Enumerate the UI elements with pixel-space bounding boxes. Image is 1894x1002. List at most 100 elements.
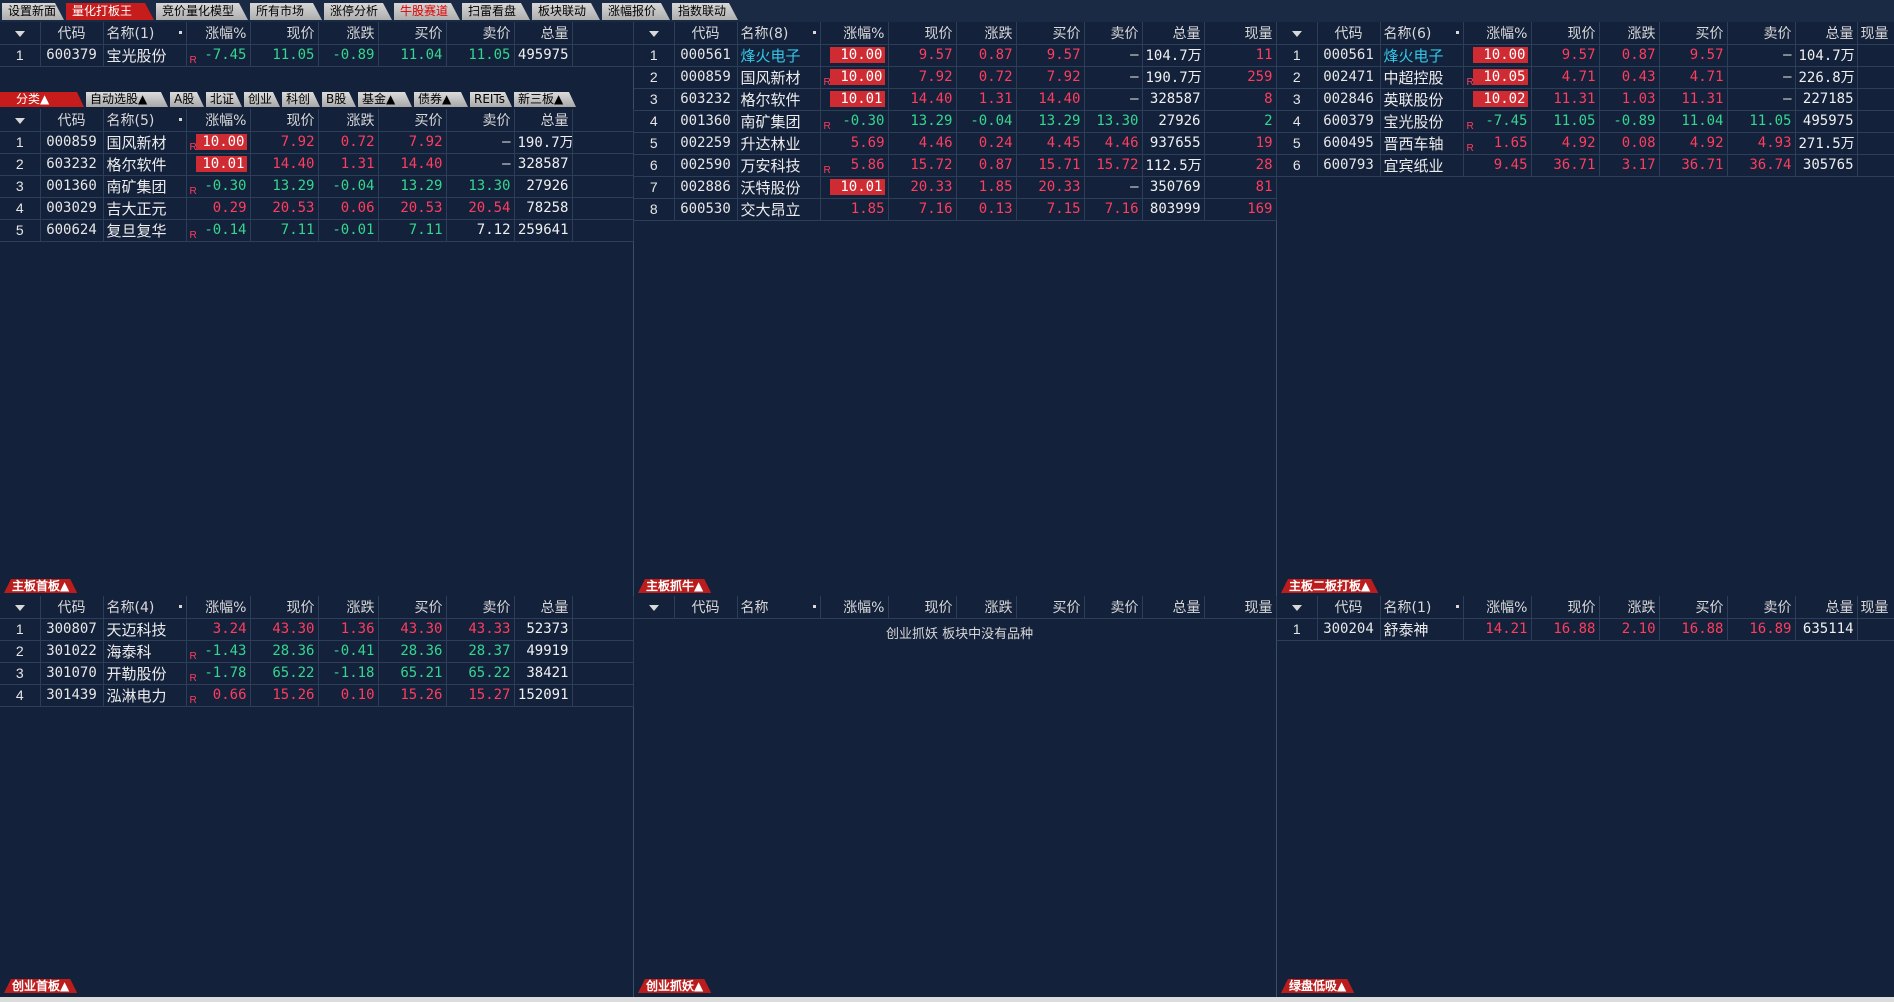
table-row[interactable]: 3 301070 开勒股份 R -1.78 65.22 -1.18 65.21 65.22 384… <box>0 662 634 685</box>
tab-settings[interactable]: 设置新面 <box>2 3 64 20</box>
table-row[interactable]: 2 603232 格尔软件 10.01 14.40 1.31 14.40–328587 <box>0 153 634 176</box>
col-header-code[interactable]: 代码 <box>1317 596 1381 619</box>
table-row[interactable]: 4 301439 泓淋电力 R 0.66 15.26 0.10 15.26 15.27 15209… <box>0 684 634 707</box>
col-header-price[interactable]: 现价 <box>888 22 957 45</box>
subtab-beijing[interactable]: 北证 <box>206 92 242 107</box>
table-row[interactable]: 6 002590 万安科技 R 5.86 15.72 0.87 15.71 15.72 112.5… <box>634 154 1277 177</box>
tab-minesweep-watch[interactable]: 扫雷看盘 <box>462 3 530 20</box>
subtab-chinext[interactable]: 创业 <box>244 92 280 107</box>
col-header-ask[interactable]: 卖价 <box>446 22 515 45</box>
col-header-ask[interactable]: 卖价 <box>1084 22 1143 45</box>
col-header-pct[interactable]: 涨幅% <box>1463 596 1532 619</box>
col-header-volume[interactable]: 总量 <box>514 596 573 619</box>
tab-change-quote[interactable]: 涨幅报价 <box>602 3 670 20</box>
col-header-pct[interactable]: 涨幅% <box>186 22 251 45</box>
chevron-down-icon[interactable] <box>1291 604 1302 611</box>
col-header-change[interactable]: 涨跌 <box>318 109 379 132</box>
table-row[interactable]: 2 301022 海泰科 R -1.43 28.36 -0.41 28.36 28.37 4991… <box>0 640 634 663</box>
section-label-p2[interactable]: 主板首板▲ <box>4 579 77 593</box>
section-label-p7[interactable]: 绿盘低吸▲ <box>1281 979 1354 993</box>
chevron-down-icon[interactable] <box>14 30 25 37</box>
column-menu[interactable] <box>1277 596 1318 619</box>
col-header-volume[interactable]: 总量 <box>514 109 573 132</box>
tab-auction-quant-model[interactable]: 竞价量化模型 <box>156 3 248 20</box>
col-header-price[interactable]: 现价 <box>1531 596 1600 619</box>
col-header-ask[interactable]: 卖价 <box>1727 22 1796 45</box>
table-row[interactable]: 1 300807 天迈科技 3.24 43.30 1.36 43.30 43.33 52373 <box>0 618 634 641</box>
col-header-volume[interactable]: 总量 <box>1142 22 1205 45</box>
table-row[interactable]: 5 002259 升达林业 5.69 4.46 0.24 4.45 4.46 937655 19 <box>634 132 1277 155</box>
table-row[interactable]: 1 000859 国风新材 R 10.00 7.92 0.72 7.92–190.7万 <box>0 131 634 154</box>
section-label-p6[interactable]: 创业抓妖▲ <box>638 979 711 993</box>
tab-all-markets[interactable]: 所有市场 <box>250 3 322 20</box>
col-header-volume[interactable]: 总量 <box>1795 596 1858 619</box>
col-header-code[interactable]: 代码 <box>674 596 738 619</box>
col-header-name[interactable]: 名称(1) <box>1380 596 1464 619</box>
table-row[interactable]: 1 300204 舒泰神 14.21 16.88 2.10 16.88 16.89 635114 <box>1277 618 1894 641</box>
col-header-name[interactable]: 名称(6) <box>1380 22 1464 45</box>
table-row[interactable]: 1 600379 宝光股份 R -7.45 11.05 -0.89 11.04 11.05 495… <box>0 44 634 67</box>
chevron-down-icon[interactable] <box>14 604 25 611</box>
table-row[interactable]: 4 001360 南矿集团 R -0.30 13.29 -0.04 13.29 13.30 279… <box>634 110 1277 133</box>
chevron-down-icon[interactable] <box>648 604 659 611</box>
col-header-pct[interactable]: 涨幅% <box>1463 22 1532 45</box>
col-header-name[interactable]: 名称 <box>737 596 821 619</box>
col-header-pct[interactable]: 涨幅% <box>820 22 889 45</box>
subtab-new-third-board[interactable]: 新三板▲ <box>514 92 576 107</box>
column-menu[interactable] <box>0 22 41 45</box>
table-row[interactable]: 8 600530 交大昂立 1.85 7.16 0.13 7.15 7.16 803999 169 <box>634 198 1277 221</box>
col-header-name[interactable]: 名称(4) <box>103 596 187 619</box>
col-header-bid[interactable]: 买价 <box>378 596 447 619</box>
col-header-pct[interactable]: 涨幅% <box>186 109 251 132</box>
subtab-star[interactable]: 科创 <box>282 92 320 107</box>
col-header-change[interactable]: 涨跌 <box>318 596 379 619</box>
col-header-bid[interactable]: 买价 <box>1659 596 1728 619</box>
table-row[interactable]: 3 002846 英联股份 10.02 11.31 1.03 11.31–227185 <box>1277 88 1894 111</box>
table-row[interactable]: 5 600624 复旦复华 R -0.14 7.11 -0.01 7.11 7.12 259641 <box>0 219 634 242</box>
table-row[interactable]: 3 001360 南矿集团 R -0.30 13.29 -0.04 13.29 13.30 279… <box>0 175 634 198</box>
col-header-volume[interactable]: 总量 <box>1795 22 1858 45</box>
subtab-a-share[interactable]: A股 <box>170 92 204 107</box>
col-header-price[interactable]: 现价 <box>250 109 319 132</box>
col-header-change[interactable]: 涨跌 <box>318 22 379 45</box>
col-header-code[interactable]: 代码 <box>674 22 738 45</box>
subtab-auto-pick[interactable]: 自动选股▲ <box>86 92 168 107</box>
tab-sector-linkage[interactable]: 板块联动 <box>532 3 600 20</box>
col-header-change[interactable]: 涨跌 <box>1599 596 1660 619</box>
col-header-price[interactable]: 现价 <box>250 596 319 619</box>
col-header-volume[interactable]: 总量 <box>514 22 573 45</box>
chevron-down-icon[interactable] <box>14 117 25 124</box>
table-row[interactable]: 2 002471 中超控股 R 10.05 4.71 0.43 4.71–226.8万 <box>1277 66 1894 89</box>
col-header-change[interactable]: 涨跌 <box>956 22 1017 45</box>
column-menu[interactable] <box>0 109 41 132</box>
chevron-down-icon[interactable] <box>1291 30 1302 37</box>
col-header-change[interactable]: 涨跌 <box>956 596 1017 619</box>
section-label-p3[interactable]: 主板抓牛▲ <box>638 579 711 593</box>
table-row[interactable]: 1 000561 烽火电子 10.00 9.57 0.87 9.57–104.7万 <box>1277 44 1894 67</box>
col-header-cur-vol[interactable]: 现量 <box>1857 596 1894 619</box>
section-label-p5[interactable]: 创业首板▲ <box>4 979 77 993</box>
table-row[interactable]: 4 600379 宝光股份 R -7.45 11.05 -0.89 11.04 11.05 495… <box>1277 110 1894 133</box>
col-header-code[interactable]: 代码 <box>40 109 104 132</box>
subtab-b-share[interactable]: B股 <box>322 92 356 107</box>
col-header-price[interactable]: 现价 <box>888 596 957 619</box>
table-row[interactable]: 5 600495 晋西车轴 R 1.65 4.92 0.08 4.92 4.93 271.5万 <box>1277 132 1894 155</box>
col-header-pct[interactable]: 涨幅% <box>186 596 251 619</box>
col-header-bid[interactable]: 买价 <box>378 109 447 132</box>
table-row[interactable]: 1 000561 烽火电子 10.00 9.57 0.87 9.57–104.7万 11 <box>634 44 1277 67</box>
col-header-bid[interactable]: 买价 <box>378 22 447 45</box>
col-header-volume[interactable]: 总量 <box>1142 596 1205 619</box>
column-menu[interactable] <box>1277 22 1318 45</box>
col-header-price[interactable]: 现价 <box>1531 22 1600 45</box>
col-header-bid[interactable]: 买价 <box>1016 596 1085 619</box>
column-menu[interactable] <box>634 596 675 619</box>
col-header-ask[interactable]: 卖价 <box>1084 596 1143 619</box>
subtab-bond[interactable]: 债券▲ <box>414 92 468 107</box>
col-header-name[interactable]: 名称(5) <box>103 109 187 132</box>
tab-quant-board-king[interactable]: 量化打板王 <box>66 3 154 20</box>
table-row[interactable]: 4 003029 吉大正元 0.29 20.53 0.06 20.53 20.54 78258 <box>0 197 634 220</box>
col-header-name[interactable]: 名称(8) <box>737 22 821 45</box>
col-header-bid[interactable]: 买价 <box>1016 22 1085 45</box>
subtab-reits[interactable]: REITs <box>470 92 512 107</box>
section-label-p4[interactable]: 主板二板打板▲ <box>1281 579 1378 593</box>
